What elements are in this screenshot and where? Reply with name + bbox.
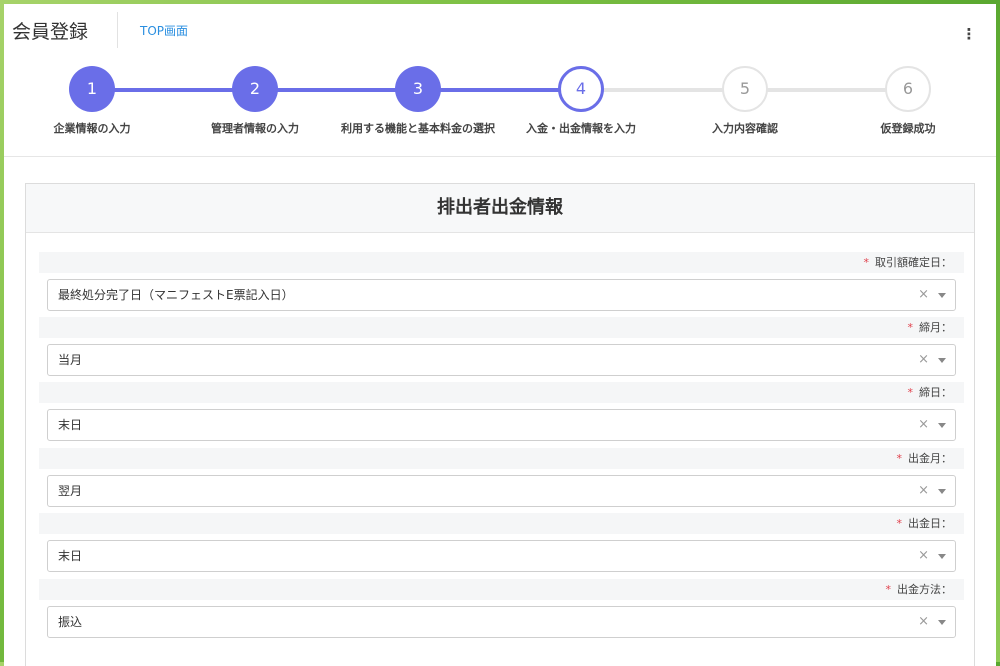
- chevron-down-icon[interactable]: [938, 358, 946, 363]
- field-closing-day: * 締日： 末日 ×: [39, 382, 964, 446]
- panel-title: 排出者出金情報: [26, 184, 974, 233]
- step-4-label: 入金・出金情報を入力: [526, 122, 636, 135]
- clear-icon[interactable]: ×: [918, 280, 929, 310]
- step-6-label: 仮登録成功: [880, 122, 936, 135]
- clear-icon[interactable]: ×: [918, 607, 929, 637]
- field-label-bar: * 出金方法：: [39, 579, 964, 600]
- step-2-label: 管理者情報の入力: [211, 122, 299, 135]
- select-value: 末日: [58, 418, 83, 432]
- field-label: 出金月：: [908, 452, 952, 465]
- field-label-bar: * 締日：: [39, 382, 964, 403]
- field-label: 取引額確定日：: [875, 256, 952, 269]
- progress-stepper: 1 企業情報の入力 2 管理者情報の入力 3 利用する機能と基本料金の選択 4 …: [4, 62, 996, 158]
- payment-method-select[interactable]: 振込 ×: [47, 606, 956, 638]
- chevron-down-icon[interactable]: [938, 489, 946, 494]
- required-mark: *: [896, 517, 903, 530]
- field-payment-method: * 出金方法： 振込 ×: [39, 579, 964, 643]
- header-divider: [117, 12, 118, 48]
- step-1-circle: 1: [69, 66, 115, 112]
- select-value: 最終処分完了日（マニフェストE票記入日）: [58, 288, 294, 302]
- step-5-label: 入力内容確認: [712, 122, 778, 135]
- field-label: 締日：: [919, 386, 952, 399]
- field-label: 締月：: [919, 321, 952, 334]
- step-1-label: 企業情報の入力: [53, 122, 131, 135]
- payment-day-select[interactable]: 末日 ×: [47, 540, 956, 572]
- closing-day-select[interactable]: 末日 ×: [47, 409, 956, 441]
- transaction-date-select[interactable]: 最終処分完了日（マニフェストE票記入日） ×: [47, 279, 956, 311]
- required-mark: *: [863, 256, 870, 269]
- chevron-down-icon[interactable]: [938, 554, 946, 559]
- field-label-bar: * 取引額確定日：: [39, 252, 964, 273]
- select-value: 翌月: [58, 484, 83, 498]
- more-menu-icon[interactable]: ⋮: [959, 24, 979, 44]
- field-closing-month: * 締月： 当月 ×: [39, 317, 964, 381]
- field-label-bar: * 締月：: [39, 317, 964, 338]
- step-3-label: 利用する機能と基本料金の選択: [341, 122, 495, 135]
- chevron-down-icon[interactable]: [938, 293, 946, 298]
- select-value: 末日: [58, 549, 83, 563]
- clear-icon[interactable]: ×: [918, 410, 929, 440]
- required-mark: *: [907, 386, 914, 399]
- step-5-circle: 5: [722, 66, 768, 112]
- required-mark: *: [907, 321, 914, 334]
- stepper-divider: [4, 156, 996, 157]
- step-6-circle: 6: [885, 66, 931, 112]
- stepper-track-done: [92, 88, 581, 92]
- field-label-bar: * 出金日：: [39, 513, 964, 534]
- step-2-circle: 2: [232, 66, 278, 112]
- chevron-down-icon[interactable]: [938, 423, 946, 428]
- page-title: 会員登録: [12, 21, 89, 43]
- required-mark: *: [885, 583, 892, 596]
- top-bar: 会員登録 TOP画面 ⋮: [4, 4, 996, 54]
- step-3-circle: 3: [395, 66, 441, 112]
- closing-month-select[interactable]: 当月 ×: [47, 344, 956, 376]
- chevron-down-icon[interactable]: [938, 620, 946, 625]
- registration-window: 会員登録 TOP画面 ⋮ 1 企業情報の入力 2 管理者情報の入力 3 利用する…: [4, 4, 996, 666]
- select-value: 振込: [58, 615, 83, 629]
- required-mark: *: [896, 452, 903, 465]
- clear-icon[interactable]: ×: [918, 476, 929, 506]
- clear-icon[interactable]: ×: [918, 541, 929, 571]
- field-payment-day: * 出金日： 末日 ×: [39, 513, 964, 577]
- payment-month-select[interactable]: 翌月 ×: [47, 475, 956, 507]
- field-label: 出金方法：: [897, 583, 952, 596]
- field-transaction-date: * 取引額確定日： 最終処分完了日（マニフェストE票記入日） ×: [39, 252, 964, 316]
- clear-icon[interactable]: ×: [918, 345, 929, 375]
- step-4-circle: 4: [558, 66, 604, 112]
- withdrawal-info-panel: 排出者出金情報 * 取引額確定日： 最終処分完了日（マニフェストE票記入日） × …: [25, 183, 975, 666]
- select-value: 当月: [58, 353, 83, 367]
- field-payment-month: * 出金月： 翌月 ×: [39, 448, 964, 512]
- top-page-link[interactable]: TOP画面: [140, 22, 188, 39]
- field-label: 出金日：: [908, 517, 952, 530]
- field-label-bar: * 出金月：: [39, 448, 964, 469]
